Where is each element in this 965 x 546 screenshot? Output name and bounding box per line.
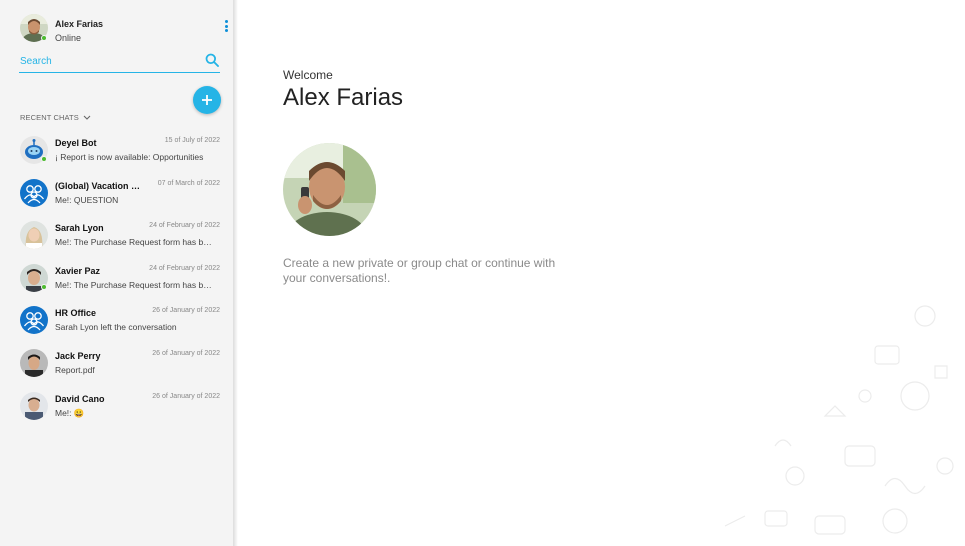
chat-preview: Me!: The Purchase Request form has been … xyxy=(55,279,213,290)
chat-item-global-vacation-requests[interactable]: (Global) Vacation Requests 07 of March o… xyxy=(20,176,225,219)
chat-name: Jack Perry xyxy=(55,350,101,361)
chat-preview: Me!: QUESTION xyxy=(55,194,119,205)
chat-date: 26 of January of 2022 xyxy=(152,392,220,400)
profile-photo xyxy=(283,143,376,236)
chat-name: Xavier Paz xyxy=(55,265,101,276)
chat-name: David Cano xyxy=(55,393,105,404)
chat-item-jack-perry[interactable]: Jack Perry 26 of January of 2022 Report.… xyxy=(20,346,225,389)
group-avatar xyxy=(20,178,48,207)
user-avatar xyxy=(20,348,48,377)
search-input[interactable] xyxy=(20,53,200,69)
welcome-user-name: Alex Farias xyxy=(283,84,404,111)
new-chat-button[interactable] xyxy=(193,86,221,114)
chat-preview: Me!: The Purchase Request form has been … xyxy=(55,237,213,248)
chat-preview: ¡ Report is now available: Opportunities xyxy=(55,152,204,162)
user-avatar xyxy=(20,391,48,420)
online-status-dot xyxy=(41,156,47,162)
user-name: Alex Farias xyxy=(55,19,104,29)
chat-item-deyel-bot[interactable]: Deyel Bot 15 of July of 2022 ¡ Report is… xyxy=(20,133,225,176)
chat-item-sarah-lyon[interactable]: Sarah Lyon 24 of February of 2022 Me!: T… xyxy=(20,218,225,261)
plus-icon xyxy=(202,95,212,105)
welcome-label: Welcome xyxy=(283,68,333,82)
chat-app: Alex Farias Online RECENT CHATS xyxy=(0,0,965,546)
chat-name: Sarah Lyon xyxy=(55,223,104,234)
chevron-down-icon xyxy=(83,115,91,120)
chat-item-hr-office[interactable]: HR Office 26 of January of 2022 Sarah Ly… xyxy=(20,303,225,346)
background-doodle-pattern xyxy=(724,305,954,535)
chat-name: (Global) Vacation Requests xyxy=(55,180,142,191)
main-panel: Welcome Alex Farias Create a new private… xyxy=(238,0,965,546)
recent-chats-toggle[interactable]: RECENT CHATS xyxy=(20,113,91,122)
chat-item-xavier-paz[interactable]: Xavier Paz 24 of February of 2022 Me!: T… xyxy=(20,261,225,304)
chat-name: HR Office xyxy=(55,308,97,319)
chat-date: 15 of July of 2022 xyxy=(164,137,220,144)
welcome-message: Create a new private or group chat or co… xyxy=(283,256,556,285)
current-user[interactable]: Alex Farias Online xyxy=(20,14,230,46)
group-avatar xyxy=(20,306,48,335)
chat-list: Deyel Bot 15 of July of 2022 ¡ Report is… xyxy=(20,133,225,431)
chat-date: 24 of February of 2022 xyxy=(149,264,220,272)
online-status-dot xyxy=(41,283,47,290)
online-status-dot xyxy=(41,35,47,41)
recent-chats-label: RECENT CHATS xyxy=(20,113,79,122)
chat-date: 26 of January of 2022 xyxy=(152,349,220,357)
search-bar xyxy=(19,52,220,73)
search-icon[interactable] xyxy=(205,53,219,67)
user-status: Online xyxy=(55,33,82,43)
chat-date: 26 of January of 2022 xyxy=(152,307,220,315)
chat-date: 24 of February of 2022 xyxy=(149,222,220,230)
chat-name: Deyel Bot xyxy=(55,138,97,148)
chat-preview: Report.pdf xyxy=(55,364,95,375)
chat-date: 07 of March of 2022 xyxy=(157,179,220,187)
chat-preview: Me!: 😀 xyxy=(55,407,85,418)
chat-preview: Sarah Lyon left the conversation xyxy=(55,322,177,333)
more-options-icon[interactable] xyxy=(219,20,233,36)
user-avatar xyxy=(20,221,48,250)
sidebar: Alex Farias Online RECENT CHATS xyxy=(0,0,233,546)
chat-item-david-cano[interactable]: David Cano 26 of January of 2022 Me!: 😀 xyxy=(20,389,225,432)
